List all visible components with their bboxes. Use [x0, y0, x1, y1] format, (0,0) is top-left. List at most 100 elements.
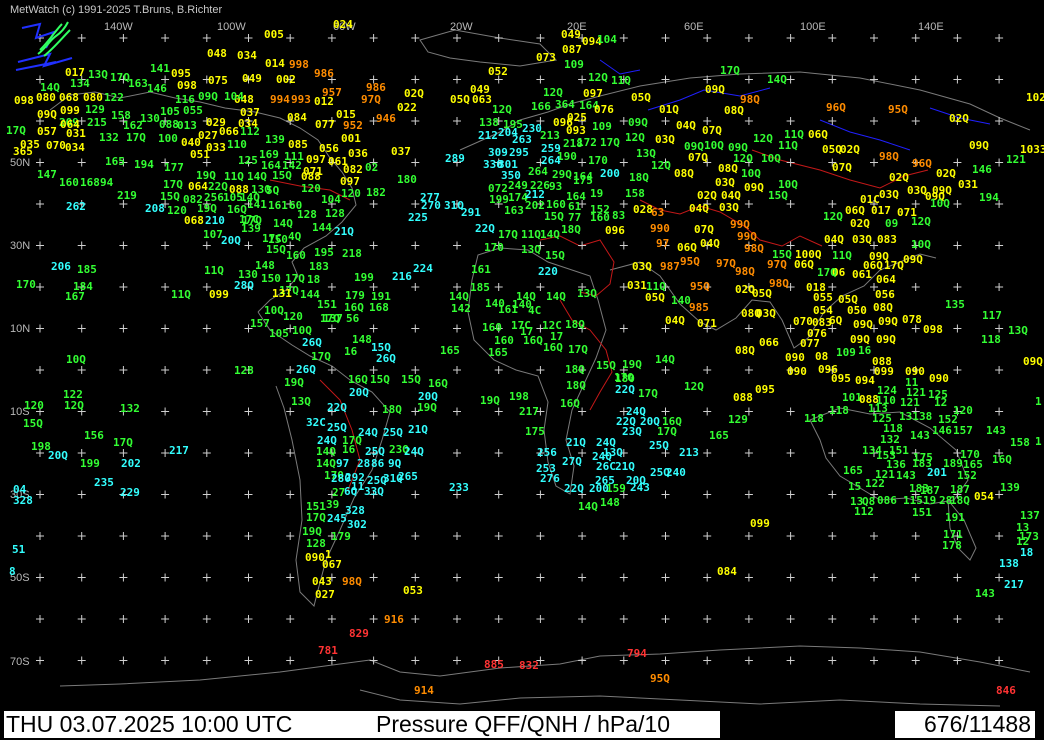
station-value: 07Q: [702, 124, 722, 137]
station-value: 001: [341, 132, 361, 145]
station-value: 06Q: [845, 204, 865, 217]
station-value: 005: [264, 28, 284, 41]
station-value: 144: [312, 221, 332, 234]
station-value: 26C: [596, 460, 616, 473]
station-value: 057: [37, 125, 57, 138]
station-value: 04Q: [824, 233, 844, 246]
station-value: 17Q: [568, 343, 588, 356]
station-value: 02Q: [840, 143, 860, 156]
station-value: 20Q: [349, 386, 369, 399]
station-value: 141: [247, 198, 267, 211]
longitude-label: 100W: [217, 21, 246, 33]
station-value: 22Q: [615, 383, 635, 396]
station-value: 210: [205, 214, 225, 227]
station-value: 11Q: [171, 288, 191, 301]
station-value: 19Q: [284, 376, 304, 389]
station-value: 014: [265, 57, 285, 70]
station-value: 17Q: [817, 266, 837, 279]
station-value: 01Q: [659, 103, 679, 116]
station-value: 17C: [239, 213, 259, 226]
station-value: 10Q: [264, 304, 284, 317]
station-value: 165: [709, 429, 729, 442]
station-value: 03Q: [715, 176, 735, 189]
station-value: 185: [77, 263, 97, 276]
station-value: 028: [633, 203, 653, 216]
station-value: 23Q: [622, 425, 642, 438]
station-value: 11Q: [832, 249, 852, 262]
station-value: 233: [449, 481, 469, 494]
station-value: 141: [150, 62, 170, 75]
station-value: 218: [342, 247, 362, 260]
station-value: 86: [371, 457, 385, 470]
station-value: 138: [999, 557, 1019, 570]
station-value: 289: [445, 152, 465, 165]
station-value: 26Q: [302, 336, 322, 349]
station-value: 09Q: [628, 116, 648, 129]
station-value: 17Q: [126, 131, 146, 144]
station-value: 08: [815, 350, 828, 363]
station-value: 17Q: [498, 228, 518, 241]
station-value: 22Q: [475, 222, 495, 235]
station-value: 952: [343, 119, 363, 132]
station-value: 19Q: [480, 394, 500, 407]
station-value: 56: [346, 312, 360, 325]
station-value: 194: [979, 191, 999, 204]
station-value: 052: [488, 65, 508, 78]
station-value: 095: [755, 383, 775, 396]
station-value: 18Q: [561, 223, 581, 236]
station-value: 182: [366, 186, 386, 199]
station-value: 264: [528, 165, 548, 178]
station-value: 25Q: [649, 439, 669, 452]
station-value: 158: [1010, 436, 1030, 449]
station-value: 39: [326, 498, 339, 511]
station-value: 98Q: [735, 265, 755, 278]
station-value: 16Q: [348, 373, 368, 386]
station-value: 002: [276, 73, 296, 86]
station-value: 03Q: [879, 188, 899, 201]
station-value: 099: [874, 365, 894, 378]
station-value: 170: [16, 278, 36, 291]
station-value: 012: [314, 95, 334, 108]
station-value: 199: [80, 457, 100, 470]
station-value: 143: [975, 587, 995, 600]
station-value: 16Q: [992, 453, 1012, 466]
station-value: 143: [986, 424, 1006, 437]
longitude-label: 60E: [684, 21, 704, 33]
station-value: 077: [315, 118, 335, 131]
station-value: 077: [800, 337, 820, 350]
station-value: 191: [945, 511, 965, 524]
station-value: 143: [910, 429, 930, 442]
station-value: 97Q: [716, 257, 736, 270]
station-value: 063: [472, 93, 492, 106]
station-value: 055: [183, 104, 203, 117]
station-value: 05Q: [450, 93, 470, 106]
station-value: 122: [104, 91, 124, 104]
station-value: 16Q: [560, 397, 580, 410]
station-value: 19Q: [622, 358, 642, 371]
station-value: 129: [85, 103, 105, 116]
station-value: 17Q: [6, 124, 26, 137]
station-value: 97Q: [361, 93, 381, 106]
station-value: 10Q: [761, 152, 781, 165]
station-value: 11Q: [778, 139, 798, 152]
station-value: 02: [365, 161, 378, 174]
station-value: 12Q: [64, 399, 84, 412]
station-value: 165: [488, 346, 508, 359]
longitude-label: 100E: [800, 21, 826, 33]
observation-datetime: THU 03.07.2025 10:00 UTC: [6, 711, 293, 737]
station-value: 17Q: [638, 387, 658, 400]
station-value: 18: [307, 273, 320, 286]
station-value: 118: [829, 404, 849, 417]
parameter-title: Pressure QFF/QNH / hPa/10: [376, 711, 670, 737]
station-value: 053: [403, 584, 423, 597]
station-value: 163: [504, 204, 524, 217]
latitude-label: 70S: [10, 656, 30, 668]
station-value: 198: [509, 390, 529, 403]
station-value: 83: [612, 209, 625, 222]
station-value: 22Q: [564, 482, 584, 495]
station-value: 165: [440, 344, 460, 357]
station-value: 167: [65, 290, 85, 303]
station-value: 14Q: [273, 217, 293, 230]
station-value: 328: [13, 494, 33, 507]
station-value: 14Q: [767, 73, 787, 86]
